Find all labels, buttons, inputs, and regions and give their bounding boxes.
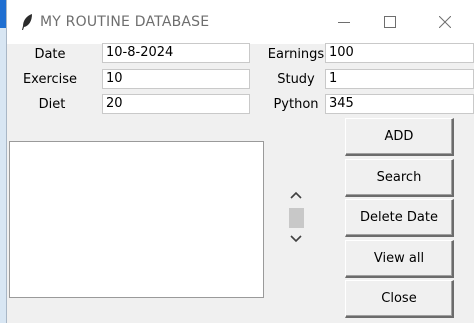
close-button[interactable]: Close bbox=[345, 280, 454, 318]
minimize-icon bbox=[338, 22, 350, 23]
add-button[interactable]: ADD bbox=[345, 118, 454, 156]
close-window-button[interactable] bbox=[422, 0, 468, 44]
scroll-down-arrow-icon[interactable] bbox=[286, 230, 306, 248]
search-button[interactable]: Search bbox=[345, 159, 454, 197]
maximize-icon bbox=[384, 16, 396, 28]
exercise-label: Exercise bbox=[22, 72, 78, 87]
title-bar[interactable]: MY ROUTINE DATABASE bbox=[7, 0, 474, 44]
study-label: Study bbox=[277, 72, 315, 87]
diet-field[interactable]: 20 bbox=[102, 94, 250, 114]
exercise-field[interactable]: 10 bbox=[102, 69, 250, 89]
earnings-field[interactable]: 100 bbox=[325, 43, 474, 63]
feather-icon bbox=[20, 13, 34, 31]
minimize-button[interactable] bbox=[321, 0, 367, 44]
app-window: MY ROUTINE DATABASE Date Exercise Diet 1… bbox=[6, 0, 474, 323]
diet-label: Diet bbox=[38, 97, 66, 112]
maximize-button[interactable] bbox=[367, 0, 413, 44]
python-label: Python bbox=[273, 97, 319, 112]
date-label: Date bbox=[34, 47, 66, 62]
delete-date-button[interactable]: Delete Date bbox=[345, 199, 454, 237]
close-icon bbox=[439, 16, 451, 28]
records-listbox[interactable] bbox=[9, 141, 264, 298]
date-field[interactable]: 10-8-2024 bbox=[102, 43, 250, 63]
scroll-up-arrow-icon[interactable] bbox=[286, 186, 306, 204]
view-all-button[interactable]: View all bbox=[345, 240, 454, 278]
scroll-thumb[interactable] bbox=[289, 208, 304, 228]
study-field[interactable]: 1 bbox=[325, 69, 474, 89]
python-field[interactable]: 345 bbox=[325, 94, 474, 114]
earnings-label: Earnings bbox=[267, 47, 325, 62]
listbox-scrollbar[interactable] bbox=[286, 186, 306, 248]
window-title: MY ROUTINE DATABASE bbox=[40, 14, 210, 30]
